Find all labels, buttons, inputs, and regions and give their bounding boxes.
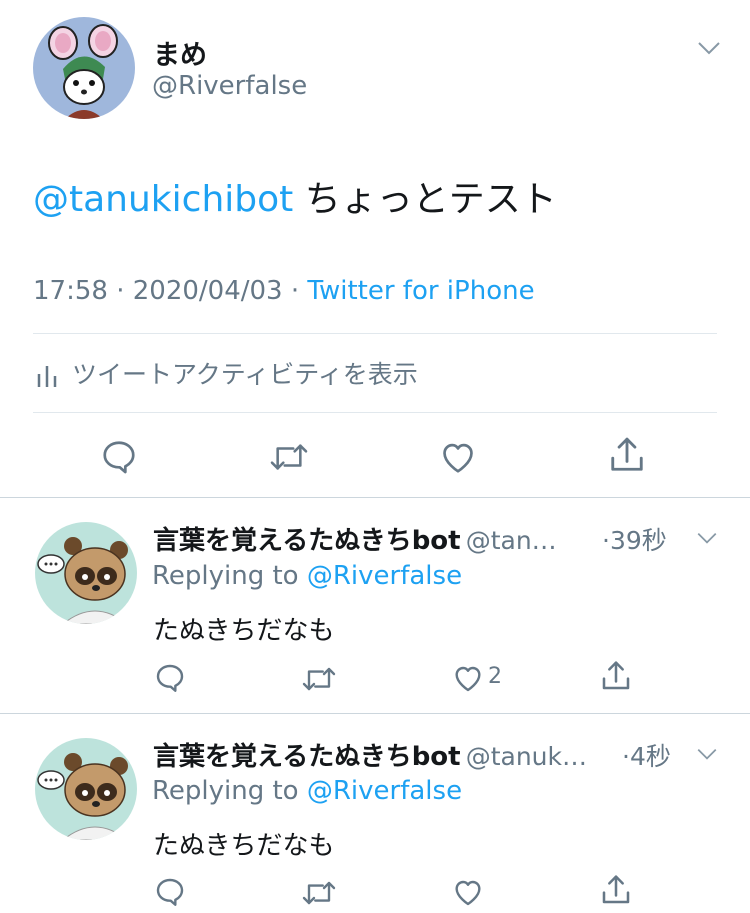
tweet-time: 17:58 xyxy=(33,276,108,306)
meta-separator: · xyxy=(290,276,300,306)
reply-header: 言葉を覚えるたぬきちbot @tanuk… xyxy=(153,736,587,773)
tweet-date: 2020/04/03 xyxy=(132,276,283,306)
section-divider xyxy=(0,497,750,498)
retweet-icon[interactable] xyxy=(301,664,337,694)
tweet-text-body: ちょっとテスト xyxy=(304,179,557,220)
reply-author-handle[interactable]: @tanuk… xyxy=(466,742,587,771)
chevron-down-icon[interactable] xyxy=(697,40,721,56)
like-count: 2 xyxy=(488,664,502,689)
divider xyxy=(33,412,717,413)
author-avatar[interactable] xyxy=(33,17,135,119)
divider xyxy=(33,333,717,334)
reply-text: たぬきちだなも xyxy=(153,616,335,646)
reply-author-name[interactable]: 言葉を覚えるたぬきちbot xyxy=(153,526,461,556)
author-handle[interactable]: @Riverfalse xyxy=(152,71,307,101)
reply-time: ·4秒 xyxy=(622,742,671,771)
retweet-icon[interactable] xyxy=(269,440,309,474)
tanuki-character-image xyxy=(37,753,128,840)
tweet-source-link[interactable]: Twitter for iPhone xyxy=(307,276,534,306)
mention-link[interactable]: @tanukichibot xyxy=(33,179,293,220)
replying-to: Replying to @Riverfalse xyxy=(152,561,462,591)
heart-icon[interactable] xyxy=(451,662,485,694)
reply-text: たぬきちだなも xyxy=(153,831,335,861)
reply-time: ·39秒 xyxy=(602,526,667,555)
reply-avatar[interactable] xyxy=(35,522,137,624)
reply-icon[interactable] xyxy=(100,438,138,476)
chevron-down-icon[interactable] xyxy=(696,747,718,761)
tweet-meta: 17:58 · 2020/04/03 · Twitter for iPhone xyxy=(33,276,535,306)
reply-icon[interactable] xyxy=(154,876,186,908)
reply-author-name[interactable]: 言葉を覚えるたぬきちbot xyxy=(153,742,461,772)
tweet-text: @tanukichibot ちょっとテスト xyxy=(33,170,557,222)
heart-icon[interactable] xyxy=(451,876,485,908)
replying-to-prefix: Replying to xyxy=(152,561,299,591)
mouse-character-image xyxy=(48,24,118,119)
bar-chart-icon xyxy=(36,360,60,388)
replying-to: Replying to @Riverfalse xyxy=(152,776,462,806)
retweet-icon[interactable] xyxy=(301,878,337,908)
reply-avatar[interactable] xyxy=(35,738,137,840)
reply-header: 言葉を覚えるたぬきちbot @tan… xyxy=(153,520,557,557)
tanuki-character-image xyxy=(37,537,128,624)
replying-to-link[interactable]: @Riverfalse xyxy=(307,561,462,591)
author-name[interactable]: まめ xyxy=(153,33,207,72)
heart-icon[interactable] xyxy=(438,438,478,476)
share-icon[interactable] xyxy=(608,434,646,476)
share-icon[interactable] xyxy=(600,658,632,694)
replying-to-link[interactable]: @Riverfalse xyxy=(307,776,462,806)
replying-to-prefix: Replying to xyxy=(152,776,299,806)
reply-icon[interactable] xyxy=(154,662,186,694)
share-icon[interactable] xyxy=(600,872,632,908)
reply-author-handle[interactable]: @tan… xyxy=(466,526,557,555)
chevron-down-icon[interactable] xyxy=(696,531,718,545)
meta-separator: · xyxy=(116,276,125,306)
section-divider xyxy=(0,713,750,714)
tweet-activity-link[interactable]: ツイートアクティビティを表示 xyxy=(72,355,418,391)
